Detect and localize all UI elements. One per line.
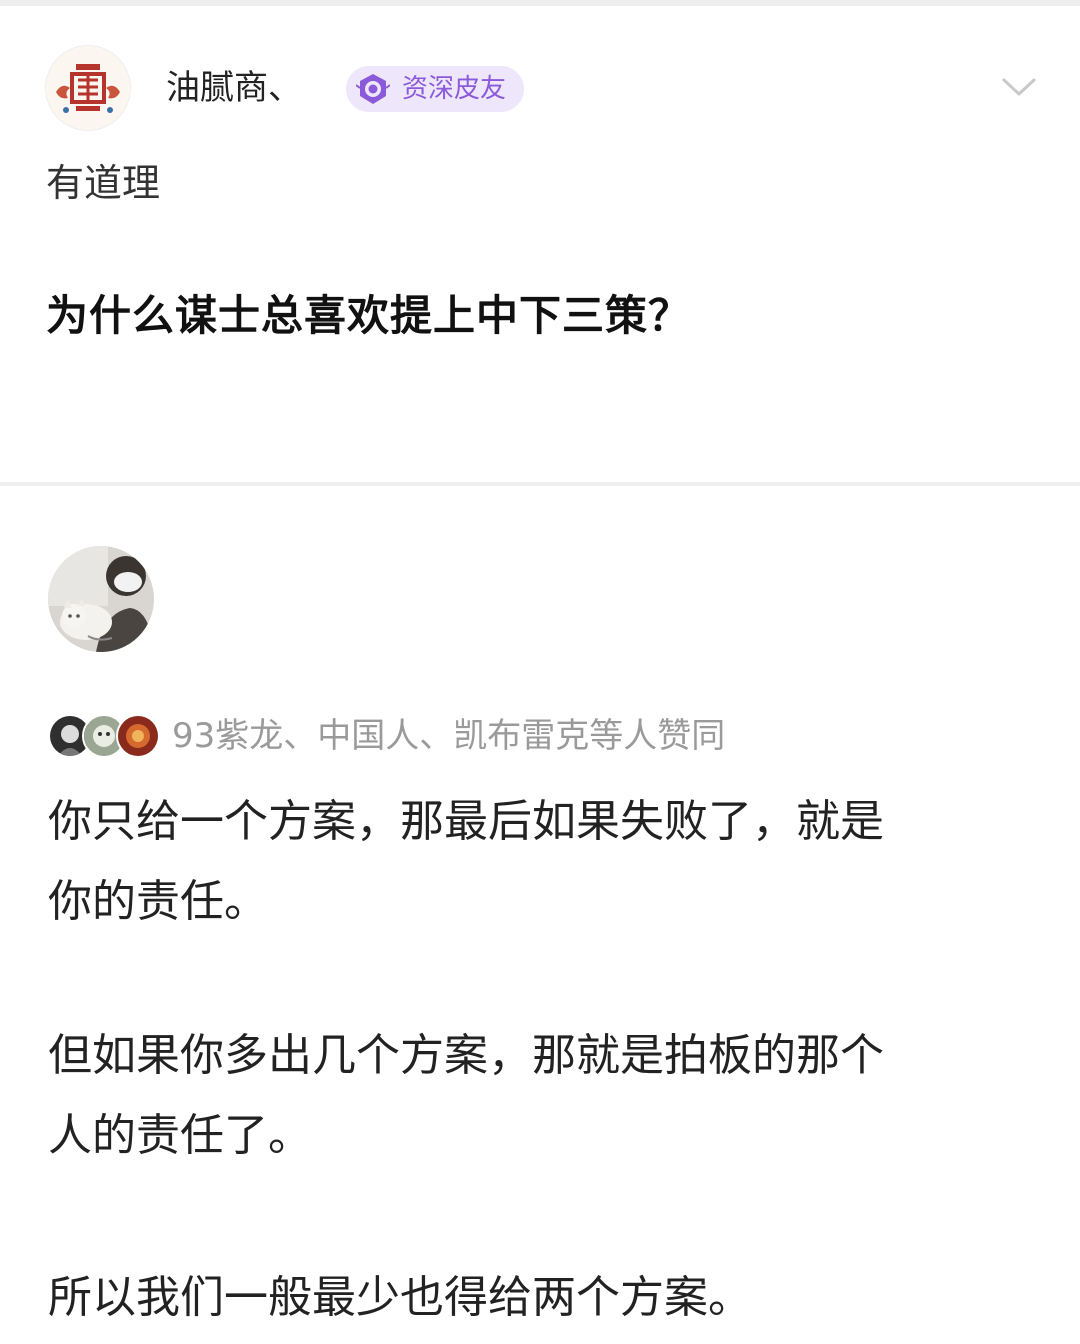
liker-avatar-icon <box>116 714 160 758</box>
likes-row[interactable]: 93紫龙、中国人、凯布雷克等人赞同 <box>48 710 948 758</box>
question-title[interactable]: 为什么谋士总喜欢提上中下三策？ <box>46 290 691 342</box>
author-comment: 有道理 <box>46 161 161 205</box>
author-avatar[interactable] <box>46 46 130 130</box>
answer-line: 但如果你多出几个方案，那就是拍板的那个 <box>48 1030 884 1081</box>
answer-line: 人的责任了。 <box>48 1110 312 1161</box>
author-name[interactable]: 油腻商、 <box>166 68 302 108</box>
user-photo-avatar <box>48 546 154 652</box>
answer-line: 你只给一个方案，那最后如果失败了，就是 <box>48 796 884 847</box>
answerer-avatar[interactable] <box>48 546 154 652</box>
badge-emblem-icon <box>356 74 390 104</box>
likes-text: 93紫龙、中国人、凯布雷克等人赞同 <box>172 716 726 756</box>
answer-line: 所以我们一般最少也得给两个方案。 <box>48 1272 752 1323</box>
answer-paragraph: 但如果你多出几个方案，那就是拍板的那个 人的责任了。 <box>48 1016 1038 1176</box>
answer-card: 93紫龙、中国人、凯布雷克等人赞同 你只给一个方案，那最后如果失败了，就是 你的… <box>0 486 1080 1344</box>
chevron-down-icon[interactable] <box>1000 74 1038 100</box>
answer-line: 你的责任。 <box>48 876 268 927</box>
badge-label: 资深皮友 <box>402 74 507 104</box>
seal-avatar-icon <box>47 47 129 129</box>
user-level-badge: 资深皮友 <box>346 66 524 112</box>
answer-paragraph: 你只给一个方案，那最后如果失败了，就是 你的责任。 <box>48 782 1038 942</box>
answer-paragraph: 所以我们一般最少也得给两个方案。 <box>48 1258 1038 1338</box>
post-card: 油腻商、 资深皮友 有道理 为什么谋士总喜欢提上中下三策？ <box>0 6 1080 482</box>
